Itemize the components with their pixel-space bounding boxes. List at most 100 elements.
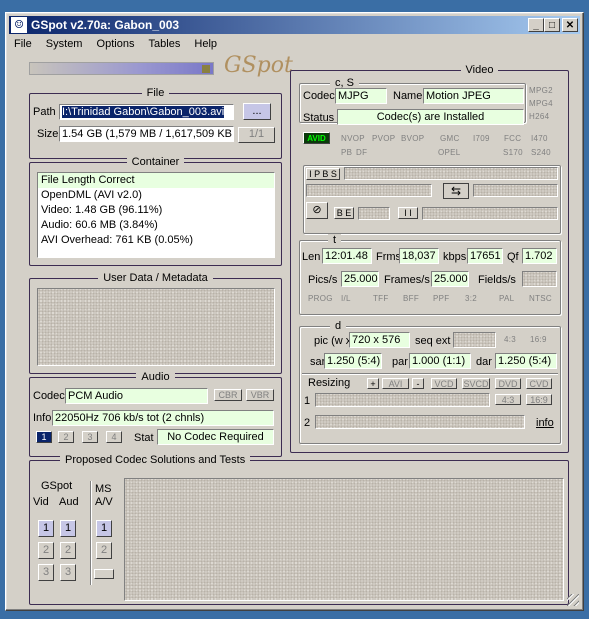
menu-help[interactable]: Help (189, 36, 223, 50)
resize-vcd-button[interactable]: VCD (431, 378, 457, 389)
userdata-area[interactable] (37, 288, 275, 366)
video-codec-field: MJPG (335, 88, 387, 104)
sar-label: sar (310, 356, 326, 368)
audio-codec-label: Codec (33, 390, 65, 402)
color-strip-marker (202, 65, 210, 73)
resize-43-button[interactable]: 4:3 (495, 394, 521, 405)
sar-field: 1.250 (5:4) (324, 353, 382, 369)
cbr-button[interactable]: CBR (214, 389, 242, 401)
par-label: par (392, 356, 408, 368)
ratio32-indicator: 3:2 (465, 294, 478, 303)
fields-field (522, 271, 557, 287)
ipbs-button[interactable]: I P B S (306, 168, 340, 180)
menu-tables[interactable]: Tables (144, 36, 187, 50)
video-status-field: Codec(s) are Installed (337, 109, 524, 125)
resize-grip-icon[interactable] (567, 594, 579, 606)
resize-row2-field (315, 415, 525, 429)
extract-icon[interactable]: ⇆ (443, 183, 469, 199)
opel-indicator: OPEL (438, 148, 461, 157)
resize-row2-label: 2 (304, 417, 311, 429)
ms-av-1-button[interactable]: 1 (96, 520, 112, 537)
resize-row1-field (315, 393, 490, 407)
size-field: 1.54 GB (1,579 MB / 1,617,509 KB (59, 126, 234, 142)
codec-solutions-title: Proposed Codec Solutions and Tests (60, 454, 251, 466)
gspot-vid-1-button[interactable]: 1 (38, 520, 54, 537)
frames-label: Frames/s (384, 274, 430, 286)
gspot-aud-2-button[interactable]: 2 (60, 542, 76, 559)
container-line: OpenDML (AVI v2.0) (41, 189, 142, 201)
resize-cvd-button[interactable]: CVD (526, 378, 552, 389)
video-name-field: Motion JPEG (423, 88, 524, 104)
resize-avi-button[interactable]: AVI (382, 378, 409, 389)
ppf-indicator: PPF (433, 294, 450, 303)
info-link[interactable]: info (536, 417, 554, 429)
ms-av-extra-button[interactable] (94, 569, 114, 579)
len-label: Len (302, 251, 321, 263)
prog-indicator: PROG (308, 294, 333, 303)
title-bar[interactable]: ☺ GSpot v2.70a: Gabon_003 _ □ ✕ (9, 16, 580, 34)
browse-button[interactable]: ... (243, 103, 271, 120)
audio-stream-4[interactable]: 4 (106, 431, 122, 443)
resize-dvd-button[interactable]: DVD (495, 378, 521, 389)
audio-stream-3[interactable]: 3 (82, 431, 98, 443)
kbps-label: kbps (443, 251, 467, 263)
t-title: t (328, 234, 342, 246)
gspot-aud-3-button[interactable]: 3 (60, 564, 76, 581)
pb-indicator: PB (341, 148, 353, 157)
menu-options[interactable]: Options (92, 36, 141, 50)
ms-label: MS (95, 483, 112, 495)
gop-strip (306, 184, 432, 197)
film-icon[interactable]: ⊘ (306, 202, 328, 219)
resize-minus-button[interactable]: - (412, 378, 424, 389)
maximize-button[interactable]: □ (544, 18, 560, 32)
ii-button[interactable]: I I (398, 207, 418, 219)
frames-field: 25.000 (431, 271, 469, 287)
r43-indicator: 4:3 (504, 335, 517, 344)
ntsc-indicator: NTSC (529, 294, 552, 303)
kbps-field: 17651 (467, 248, 503, 264)
i709-indicator: I709 (473, 134, 490, 143)
s240-indicator: S240 (531, 148, 551, 157)
ms-av-2-button[interactable]: 2 (96, 542, 112, 559)
audio-stream-1[interactable]: 1 (36, 431, 52, 443)
audio-stat-field: No Codec Required (157, 429, 274, 445)
avid-indicator: AVID (303, 132, 330, 144)
audio-stream-2[interactable]: 2 (58, 431, 74, 443)
gspot-vid-3-button[interactable]: 3 (38, 564, 54, 581)
menu-system[interactable]: System (41, 36, 89, 50)
aud-label: Aud (59, 496, 79, 508)
path-label: Path (33, 106, 56, 118)
resize-169-button[interactable]: 16:9 (526, 394, 552, 405)
pic-field: 720 x 576 (349, 332, 410, 348)
page-indicator: 1/1 (238, 127, 275, 143)
pics-field: 25.000 (341, 271, 379, 287)
audio-group-title: Audio (136, 371, 175, 383)
resize-svcd-button[interactable]: SVCD (462, 378, 490, 389)
len-field: 12:01.48 (322, 248, 372, 264)
minimize-button[interactable]: _ (528, 18, 544, 32)
fcc-indicator: FCC (504, 134, 522, 143)
seqext-field (453, 332, 496, 348)
bvop-indicator: BVOP (401, 134, 425, 143)
pal-indicator: PAL (499, 294, 515, 303)
container-line: AVI Overhead: 761 KB (0.05%) (41, 234, 194, 246)
dar-label: dar (476, 356, 492, 368)
codec-divider (90, 481, 92, 585)
be-button[interactable]: B E (334, 207, 354, 219)
gspot-vid-2-button[interactable]: 2 (38, 542, 54, 559)
menu-file[interactable]: File (9, 36, 38, 50)
container-line: Audio: 60.6 MB (3.84%) (41, 219, 158, 231)
resize-plus-button[interactable]: + (367, 378, 379, 389)
codec-solutions-area[interactable] (124, 478, 564, 601)
audio-codec-field: PCM Audio (65, 388, 208, 404)
close-button[interactable]: ✕ (562, 18, 578, 32)
gop-strip-right (473, 184, 558, 197)
container-list[interactable]: File Length Correct OpenDML (AVI v2.0) V… (37, 172, 275, 258)
h264-indicator: H264 (529, 112, 550, 121)
resizing-label: Resizing (308, 377, 351, 389)
container-line: File Length Correct (38, 173, 274, 188)
vbr-button[interactable]: VBR (246, 389, 274, 401)
gspot-aud-1-button[interactable]: 1 (60, 520, 76, 537)
path-field[interactable]: I:\Trinidad Gabon\Gabon_003.avi (59, 104, 234, 120)
ii-strip (422, 207, 558, 220)
